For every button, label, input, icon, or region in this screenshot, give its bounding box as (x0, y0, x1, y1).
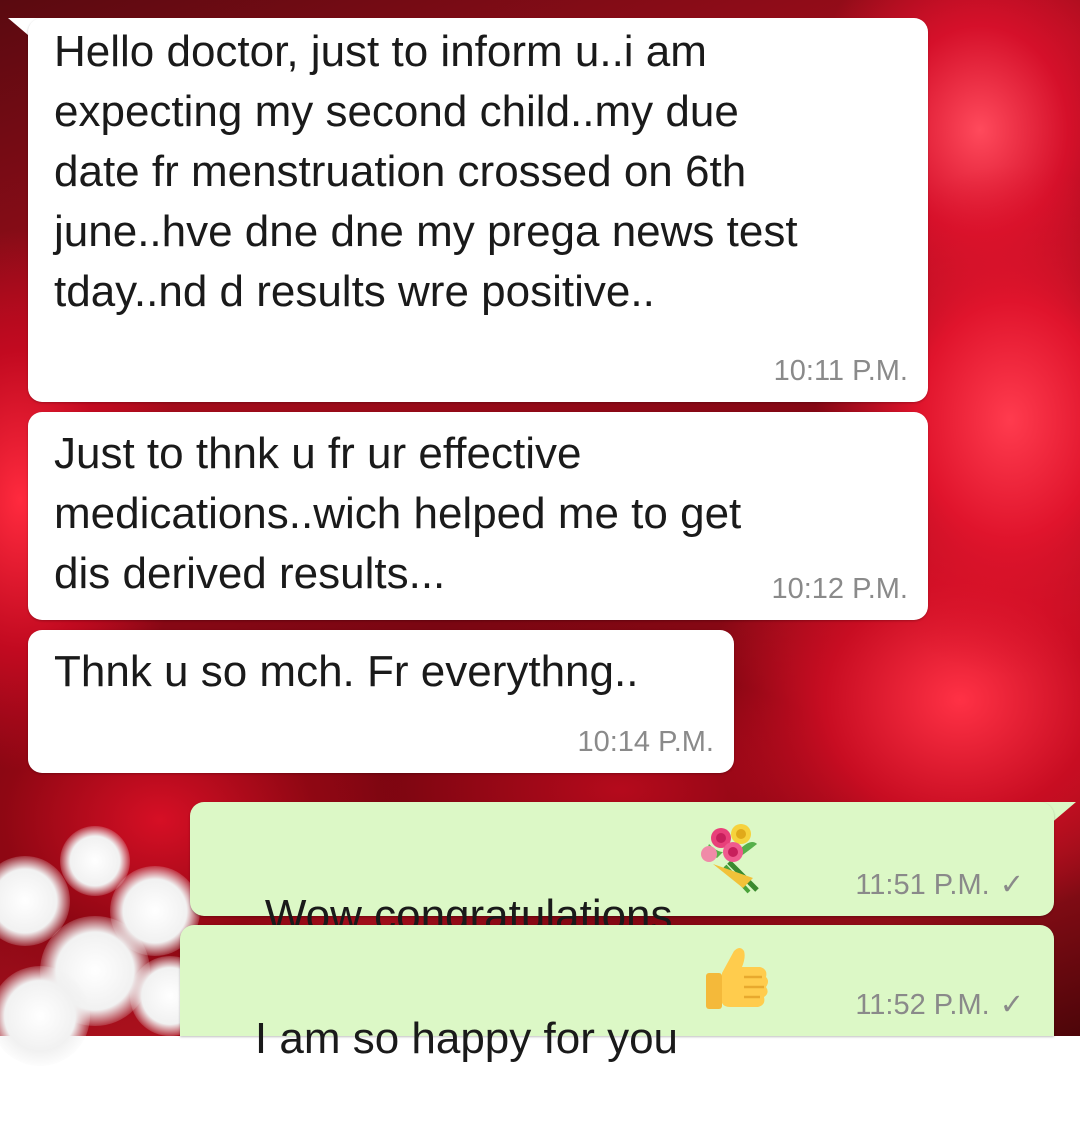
message-bubble-outgoing[interactable]: Wow congratulations 11:51 P.M. ✓ (190, 802, 1054, 940)
message-time: 11:51 P.M. (855, 869, 990, 901)
message-timestamp: 10:14 P.M. (577, 726, 714, 758)
message-timestamp: 10:12 P.M. (771, 573, 908, 605)
sent-check-icon: ✓ (999, 989, 1024, 1021)
message-text: Hello doctor, just to inform u..i am exp… (54, 27, 798, 316)
sent-check-icon: ✓ (999, 869, 1024, 901)
message-bubble-outgoing[interactable]: I am so happy for you 11:52 P.M. ✓ (180, 925, 1054, 1063)
message-text-content: I am so happy for you (254, 1014, 679, 1063)
message-timestamp: 10:11 P.M. (773, 355, 908, 387)
message-timestamp: 11:51 P.M. ✓ (855, 867, 1024, 902)
message-time: 11:52 P.M. (855, 989, 990, 1021)
message-bubble-incoming[interactable]: Just to thnk u fr ur effective medicatio… (28, 412, 928, 620)
thumbs-up-emoji (706, 948, 768, 1009)
message-bubble-incoming[interactable]: Thnk u so mch. Fr everythng.. 10:14 P.M. (28, 630, 734, 773)
message-bubble-incoming[interactable]: Hello doctor, just to inform u..i am exp… (28, 18, 928, 402)
message-text: Thnk u so mch. Fr everythng.. (54, 647, 639, 696)
bouquet-emoji (701, 824, 759, 894)
message-text: I am so happy for you (206, 949, 678, 1129)
message-timestamp: 11:52 P.M. ✓ (855, 987, 1024, 1022)
